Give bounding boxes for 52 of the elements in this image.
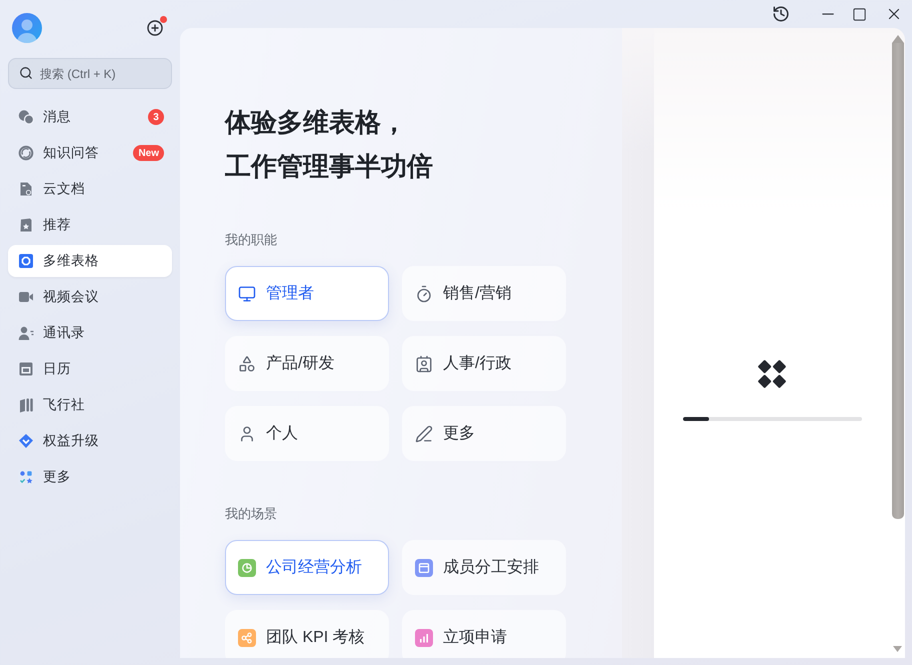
scenario-option[interactable]: 公司经营分析	[225, 540, 389, 595]
star-box-icon	[18, 217, 34, 233]
role-option[interactable]: 管理者	[225, 266, 389, 321]
document-icon	[18, 181, 34, 197]
sidebar-item[interactable]: 多维表格	[8, 245, 172, 277]
section-heading: 我的场景	[225, 505, 277, 523]
chat-bubbles-icon	[18, 109, 34, 125]
sidebar-item[interactable]: 权益升级	[8, 425, 172, 457]
video-camera-icon	[18, 289, 34, 305]
contact-card-icon	[415, 354, 433, 372]
scenario-option[interactable]: 团队 KPI 考核	[225, 610, 389, 658]
add-icon[interactable]	[147, 20, 163, 36]
sidebar-item[interactable]: 知识问答 New	[8, 137, 172, 169]
monitor-icon	[238, 284, 256, 302]
unread-count-badge: 3	[148, 109, 164, 125]
headline-text: 体验多维表格，	[225, 106, 407, 139]
diamond-squares-icon	[756, 358, 788, 390]
sidebar-item[interactable]: 日历	[8, 353, 172, 385]
section-heading: 我的职能	[225, 231, 277, 249]
gem-check-icon	[18, 433, 34, 449]
role-option[interactable]: 更多	[402, 406, 566, 461]
role-option[interactable]: 销售/营销	[402, 266, 566, 321]
user-icon	[238, 424, 256, 442]
role-option[interactable]: 人事/行政	[402, 336, 566, 391]
scrollbar-thumb[interactable]	[892, 43, 904, 519]
role-option[interactable]: 产品/研发	[225, 336, 389, 391]
avatar[interactable]	[12, 13, 42, 43]
contact-person-icon	[18, 325, 34, 341]
maximize-icon[interactable]	[852, 6, 867, 22]
sidebar-item[interactable]: 视频会议	[8, 281, 172, 313]
timer-icon	[415, 284, 433, 302]
sidebar-item[interactable]: 消息 3	[8, 101, 172, 133]
sidebar-item[interactable]: 通讯录	[8, 317, 172, 349]
search-field[interactable]: 搜索 (Ctrl + K)	[8, 58, 172, 89]
book-icon	[18, 397, 34, 413]
app-tile-icon	[18, 253, 34, 269]
shapes-icon	[238, 354, 256, 372]
history-icon[interactable]	[772, 5, 790, 23]
role-option[interactable]: 个人	[225, 406, 389, 461]
search-icon	[19, 66, 33, 80]
sidebar-item[interactable]: 更多	[8, 461, 172, 493]
swirl-ring-icon	[18, 145, 34, 161]
headline-text: 工作管理事半功倍	[225, 150, 433, 183]
apps-grid-icon	[18, 469, 34, 485]
scenario-option[interactable]: 立项申请	[402, 610, 566, 658]
sidebar-item[interactable]: 推荐	[8, 209, 172, 241]
sidebar-item[interactable]: 飞行社	[8, 389, 172, 421]
calendar-icon	[18, 361, 34, 377]
sidebar-item[interactable]: 云文档	[8, 173, 172, 205]
pen-icon	[415, 424, 433, 442]
new-tag: New	[133, 145, 164, 161]
scenario-option[interactable]: 成员分工安排	[402, 540, 566, 595]
